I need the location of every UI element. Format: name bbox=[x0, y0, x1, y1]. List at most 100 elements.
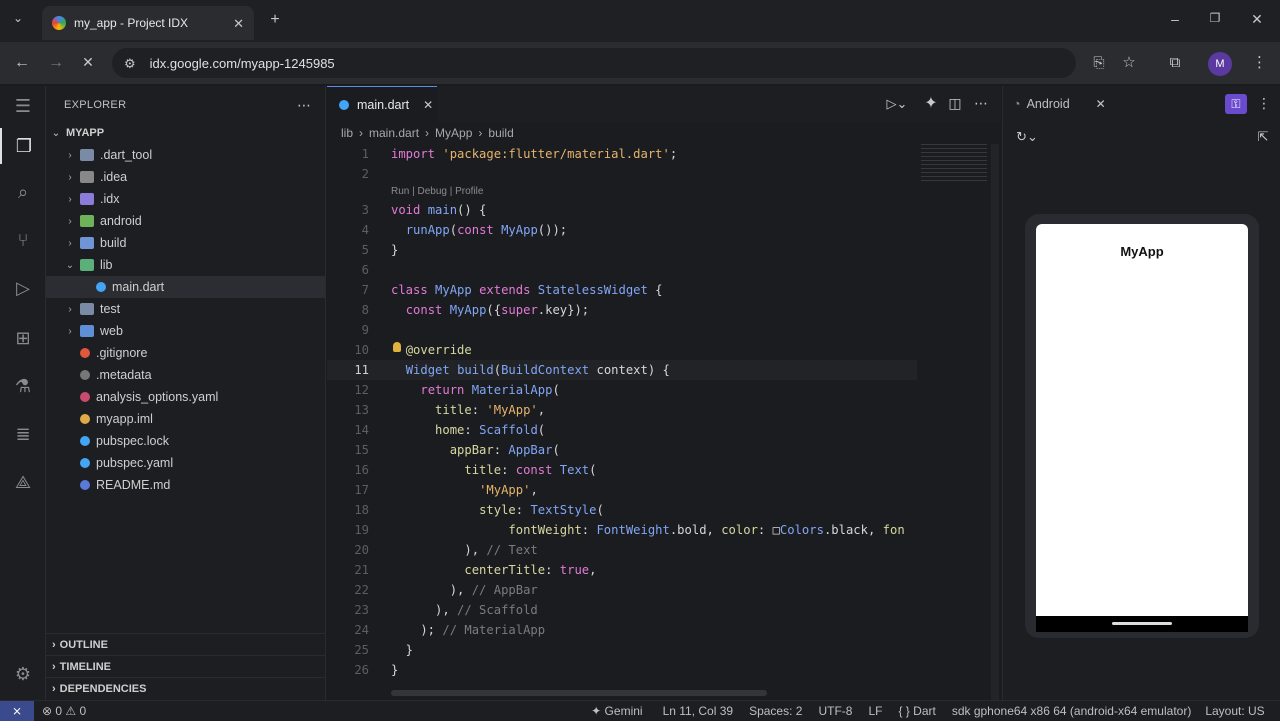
cursor-position[interactable]: Ln 11, Col 39 bbox=[663, 704, 734, 718]
tree-file[interactable]: .metadata bbox=[46, 364, 325, 386]
code-line[interactable]: 1 import 'package:flutter/material.dart'; bbox=[327, 144, 917, 164]
codelens-run-debug[interactable]: Run | Debug | Profile bbox=[391, 186, 483, 197]
settings-gear-icon[interactable]: ⚙ bbox=[0, 656, 46, 692]
source-control-icon[interactable]: ⑂ bbox=[0, 222, 46, 258]
breadcrumb-item[interactable]: build bbox=[488, 126, 513, 140]
tree-folder[interactable]: › test bbox=[46, 298, 325, 320]
browser-tab[interactable]: my_app - Project IDX ✕ bbox=[42, 6, 254, 40]
tree-folder[interactable]: › web bbox=[46, 320, 325, 342]
code-line[interactable]: 17 'MyApp', bbox=[327, 480, 917, 500]
code-line[interactable]: 14 home: Scaffold( bbox=[327, 420, 917, 440]
vertical-scrollbar[interactable] bbox=[991, 144, 999, 700]
explorer-more-icon[interactable]: ⋯ bbox=[296, 98, 312, 112]
code-line[interactable]: 10 @override bbox=[327, 340, 917, 360]
tree-folder[interactable]: › build bbox=[46, 232, 325, 254]
run-dropdown-icon[interactable]: ▷⌄ bbox=[885, 97, 909, 110]
editor-more-icon[interactable]: ⋯ bbox=[973, 96, 989, 110]
code-line[interactable]: 16 title: const Text( bbox=[327, 460, 917, 480]
code-line[interactable]: 13 title: 'MyApp', bbox=[327, 400, 917, 420]
close-android-tab-icon[interactable]: ✕ bbox=[1096, 98, 1106, 110]
tree-file[interactable]: README.md bbox=[46, 474, 325, 496]
phone-screen[interactable]: MyApp bbox=[1036, 224, 1248, 616]
code-line[interactable]: 11 Widget build(BuildContext context) { bbox=[327, 360, 917, 380]
tree-file[interactable]: pubspec.yaml bbox=[46, 452, 325, 474]
device-status[interactable]: sdk gphone64 x86 64 (android-x64 emulato… bbox=[952, 704, 1191, 718]
close-tab-icon[interactable]: ✕ bbox=[233, 17, 244, 30]
file-encoding[interactable]: UTF-8 bbox=[818, 704, 852, 718]
tree-folder[interactable]: ⌄ lib bbox=[46, 254, 325, 276]
code-line[interactable]: 20 ), // Text bbox=[327, 540, 917, 560]
code-line[interactable]: 18 style: TextStyle( bbox=[327, 500, 917, 520]
code-line[interactable]: 22 ), // AppBar bbox=[327, 580, 917, 600]
problems-count[interactable]: ⊗ 0 ⚠ 0 bbox=[42, 704, 86, 718]
bookmark-star-icon[interactable]: ☆ bbox=[1120, 55, 1138, 70]
horizontal-scrollbar[interactable] bbox=[391, 690, 767, 696]
explorer-root[interactable]: ⌄ MYAPP bbox=[46, 122, 325, 144]
tree-folder[interactable]: › .idx bbox=[46, 188, 325, 210]
code-line[interactable]: 9 bbox=[327, 320, 917, 340]
tree-folder[interactable]: › .idea bbox=[46, 166, 325, 188]
code-line[interactable]: 15 appBar: AppBar( bbox=[327, 440, 917, 460]
editor-tab-main-dart[interactable]: main.dart ✕ bbox=[327, 86, 437, 122]
code-line[interactable]: 25 } bbox=[327, 640, 917, 660]
indent-spaces[interactable]: Spaces: 2 bbox=[749, 704, 802, 718]
install-app-icon[interactable]: ⎘ bbox=[1090, 55, 1108, 69]
profile-avatar[interactable]: M bbox=[1208, 52, 1232, 76]
code-line[interactable]: 6 bbox=[327, 260, 917, 280]
browser-menu-icon[interactable]: ⋮ bbox=[1252, 55, 1267, 70]
minimap[interactable] bbox=[921, 144, 987, 184]
explorer-icon[interactable]: ❐ bbox=[0, 128, 46, 164]
language-mode[interactable]: { } Dart bbox=[898, 704, 935, 718]
search-icon[interactable]: ⌕ bbox=[0, 174, 46, 210]
site-info-icon[interactable]: ⚙ bbox=[124, 57, 136, 70]
panel-timeline[interactable]: › TIMELINE bbox=[46, 655, 325, 677]
panel-outline[interactable]: › OUTLINE bbox=[46, 633, 325, 655]
tab-search-icon[interactable]: ⌄ bbox=[8, 12, 28, 24]
code-line[interactable]: 23 ), // Scaffold bbox=[327, 600, 917, 620]
code-line[interactable]: 21 centerTitle: true, bbox=[327, 560, 917, 580]
panel-more-icon[interactable]: ⋮ bbox=[1257, 96, 1271, 110]
stop-loading-icon[interactable]: ✕ bbox=[78, 55, 98, 69]
testing-icon[interactable]: ⚗ bbox=[0, 368, 46, 404]
android-tab[interactable]: ◔ Android ✕ bbox=[1003, 86, 1119, 122]
tree-folder[interactable]: › .dart_tool bbox=[46, 144, 325, 166]
panel-dependencies[interactable]: › DEPENDENCIES bbox=[46, 677, 325, 699]
split-editor-icon[interactable]: ◫ bbox=[947, 96, 963, 110]
code-line[interactable]: 26} bbox=[327, 660, 917, 680]
close-editor-tab-icon[interactable]: ✕ bbox=[423, 99, 433, 111]
extensions-panel-icon[interactable]: ⊞ bbox=[0, 320, 46, 356]
extensions-icon[interactable]: ⧉ bbox=[1166, 55, 1184, 70]
code-line[interactable]: 2 bbox=[327, 164, 917, 184]
menu-icon[interactable]: ☰ bbox=[0, 88, 46, 124]
line-ending[interactable]: LF bbox=[868, 704, 882, 718]
idx-feature-icon[interactable]: ⟁ bbox=[0, 464, 46, 500]
forward-icon[interactable]: → bbox=[46, 55, 66, 71]
keyboard-layout[interactable]: Layout: US bbox=[1205, 704, 1264, 718]
tree-folder[interactable]: › android bbox=[46, 210, 325, 232]
code-line[interactable]: 7 class MyApp extends StatelessWidget { bbox=[327, 280, 917, 300]
code-line[interactable]: 8 const MyApp({super.key}); bbox=[327, 300, 917, 320]
restore-icon[interactable]: ❐ bbox=[1208, 12, 1222, 24]
lightbulb-icon[interactable] bbox=[393, 342, 401, 352]
remote-indicator-icon[interactable]: ⨯ bbox=[0, 700, 34, 721]
code-line[interactable]: 12 return MaterialApp( bbox=[327, 380, 917, 400]
back-icon[interactable]: ← bbox=[12, 55, 32, 71]
close-window-icon[interactable]: ✕ bbox=[1250, 12, 1264, 26]
code-line[interactable]: 24 ); // MaterialApp bbox=[327, 620, 917, 640]
code-line[interactable]: 5} bbox=[327, 240, 917, 260]
tree-file[interactable]: main.dart bbox=[46, 276, 325, 298]
new-tab-icon[interactable]: + bbox=[266, 12, 284, 28]
breadcrumb-item[interactable]: main.dart bbox=[369, 126, 419, 140]
breadcrumb-item[interactable]: MyApp bbox=[435, 126, 472, 140]
code-line[interactable]: 4 runApp(const MyApp()); bbox=[327, 220, 917, 240]
reload-icon[interactable]: ↻⌄ bbox=[1015, 130, 1039, 143]
gemini-status[interactable]: ✦ Gemini bbox=[591, 704, 642, 718]
address-bar[interactable]: ⚙ idx.google.com/myapp-1245985 bbox=[112, 48, 1076, 78]
minimize-icon[interactable]: – bbox=[1168, 12, 1182, 26]
open-external-icon[interactable]: ⇱ bbox=[1255, 130, 1271, 143]
breadcrumb-item[interactable]: lib bbox=[341, 126, 353, 140]
tree-file[interactable]: myapp.iml bbox=[46, 408, 325, 430]
lock-icon[interactable]: ⚿ bbox=[1225, 94, 1247, 114]
tree-file[interactable]: .gitignore bbox=[46, 342, 325, 364]
code-line[interactable]: 3 void main() { bbox=[327, 200, 917, 220]
